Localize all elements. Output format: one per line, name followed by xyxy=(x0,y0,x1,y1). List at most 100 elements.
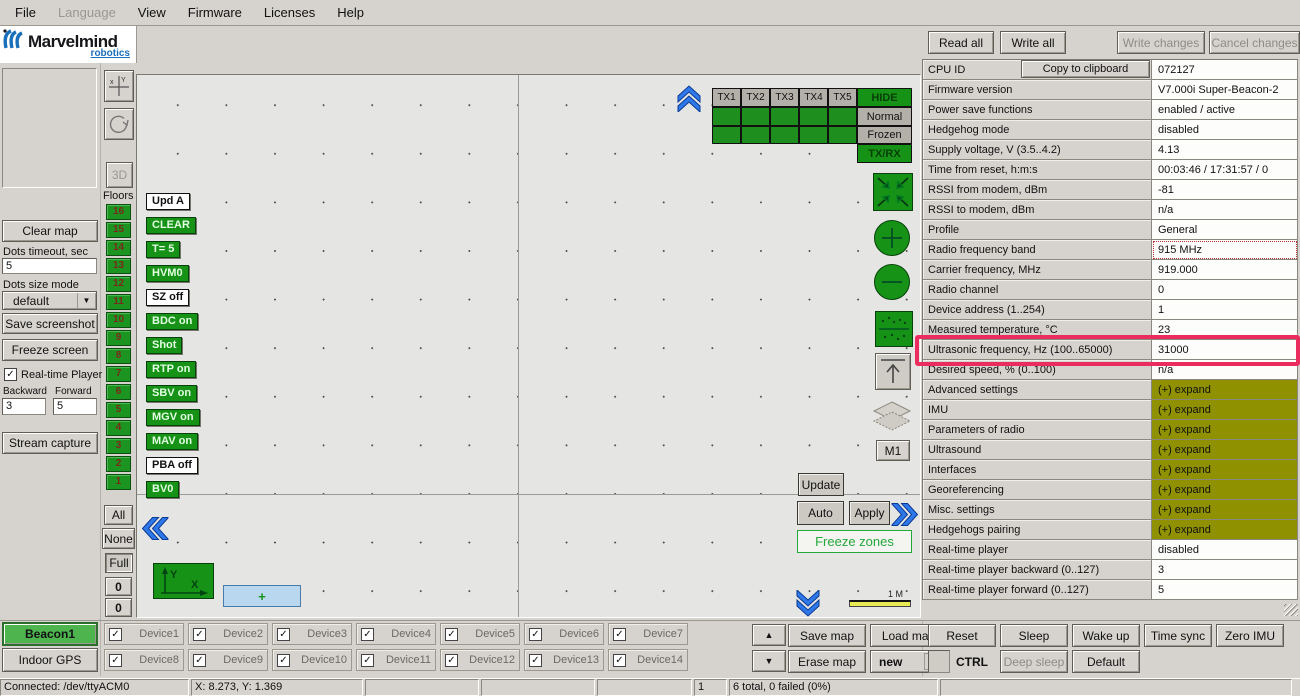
device-toggle-device6[interactable]: ✓Device6 xyxy=(524,623,604,645)
chevron-down-icon[interactable]: ▼ xyxy=(77,293,95,308)
menu-item-firmware[interactable]: Firmware xyxy=(177,1,253,24)
device-toggle-device9[interactable]: ✓Device9 xyxy=(188,649,268,671)
rotate-view-button[interactable] xyxy=(104,108,134,140)
floor-zero-bottom-button[interactable]: 0 xyxy=(105,598,132,617)
copy-to-clipboard-button[interactable]: Copy to clipboard xyxy=(1021,60,1150,78)
map-button-t-5[interactable]: T= 5 xyxy=(146,241,180,258)
floor-button-13[interactable]: 13 xyxy=(106,258,131,274)
auto-button[interactable]: Auto xyxy=(797,501,844,525)
map-button-bdc-on[interactable]: BDC on xyxy=(146,313,198,330)
floor-button-2[interactable]: 2 xyxy=(106,456,131,472)
param-value-desired-speed-0-100[interactable]: n/a xyxy=(1152,360,1298,380)
param-value-radio-channel[interactable]: 0 xyxy=(1152,280,1298,300)
zoom-in-icon[interactable] xyxy=(874,220,910,256)
floor-button-3[interactable]: 3 xyxy=(106,438,131,454)
param-value-real-time-player[interactable]: disabled xyxy=(1152,540,1298,560)
device-toggle-device7[interactable]: ✓Device7 xyxy=(608,623,688,645)
freeze-zones-button[interactable]: Freeze zones xyxy=(797,530,912,553)
checkbox-icon[interactable]: ✓ xyxy=(4,368,17,381)
axes-view-button[interactable]: x Y xyxy=(104,70,134,102)
checkbox-icon[interactable]: ✓ xyxy=(445,654,458,667)
pan-up-icon[interactable] xyxy=(676,84,702,115)
checkbox-icon[interactable]: ✓ xyxy=(277,654,290,667)
floor-button-4[interactable]: 4 xyxy=(106,420,131,436)
tx-cell[interactable] xyxy=(712,107,741,126)
resize-grip[interactable] xyxy=(1284,604,1298,616)
param-expand-parameters-of-radio[interactable]: (+) expand xyxy=(1152,420,1298,440)
checkbox-icon[interactable]: ✓ xyxy=(193,654,206,667)
tx-cell[interactable] xyxy=(712,126,741,144)
checkbox-icon[interactable]: ✓ xyxy=(109,628,122,641)
param-value-firmware-version[interactable]: V7.000i Super-Beacon-2 xyxy=(1152,80,1298,100)
pan-down-icon[interactable] xyxy=(795,587,821,618)
m1-submap-button[interactable]: M1 xyxy=(876,440,910,461)
checkbox-icon[interactable]: ✓ xyxy=(613,628,626,641)
floor-zero-top-button[interactable]: 0 xyxy=(105,577,132,596)
device-toggle-device1[interactable]: ✓Device1 xyxy=(104,623,184,645)
param-value-device-address-1-254[interactable]: 1 xyxy=(1152,300,1298,320)
forward-input[interactable]: 5 xyxy=(53,398,97,415)
param-value-carrier-frequency-mhz[interactable]: 919.000 xyxy=(1152,260,1298,280)
floor-button-8[interactable]: 8 xyxy=(106,348,131,364)
stream-capture-button[interactable]: Stream capture xyxy=(2,432,98,454)
write-all-button[interactable]: Write all xyxy=(1000,31,1066,54)
param-expand-advanced-settings[interactable]: (+) expand xyxy=(1152,380,1298,400)
device-scroll-down-button[interactable]: ▼ xyxy=(752,650,786,672)
add-submap-button[interactable]: + xyxy=(223,585,301,607)
param-value-rssi-from-modem-dbm[interactable]: -81 xyxy=(1152,180,1298,200)
reset-button[interactable]: Reset xyxy=(928,624,996,647)
param-value-rssi-to-modem-dbm[interactable]: n/a xyxy=(1152,200,1298,220)
floor-button-1[interactable]: 1 xyxy=(106,474,131,490)
ctrl-checkbox[interactable] xyxy=(928,650,950,673)
param-value-real-time-player-forward-0-127[interactable]: 5 xyxy=(1152,580,1298,600)
param-value-hedgehog-mode[interactable]: disabled xyxy=(1152,120,1298,140)
param-value-supply-voltage-v-3-5-4-2[interactable]: 4.13 xyxy=(1152,140,1298,160)
param-value-profile[interactable]: General xyxy=(1152,220,1298,240)
device-scroll-up-button[interactable]: ▲ xyxy=(752,624,786,646)
tx-cell[interactable] xyxy=(799,126,828,144)
floor-button-10[interactable]: 10 xyxy=(106,312,131,328)
default-button[interactable]: Default xyxy=(1072,650,1140,673)
param-expand-interfaces[interactable]: (+) expand xyxy=(1152,460,1298,480)
param-expand-misc-settings[interactable]: (+) expand xyxy=(1152,500,1298,520)
checkbox-icon[interactable]: ✓ xyxy=(445,628,458,641)
map-button-rtp-on[interactable]: RTP on xyxy=(146,361,196,378)
tx-hide-button[interactable]: HIDE xyxy=(857,88,912,107)
write-changes-button[interactable]: Write changes xyxy=(1117,31,1205,54)
param-value-radio-frequency-band[interactable]: 915 MHz xyxy=(1152,240,1298,260)
floor-button-5[interactable]: 5 xyxy=(106,402,131,418)
map-button-mgv-on[interactable]: MGV on xyxy=(146,409,200,426)
wake-up-button[interactable]: Wake up xyxy=(1072,624,1140,647)
floor-button-7[interactable]: 7 xyxy=(106,366,131,382)
pan-left-icon[interactable] xyxy=(141,516,172,542)
checkbox-icon[interactable]: ✓ xyxy=(529,628,542,641)
checkbox-icon[interactable]: ✓ xyxy=(529,654,542,667)
layers-icon[interactable] xyxy=(872,400,912,434)
tx-txrx-button[interactable]: TX/RX xyxy=(857,144,912,163)
checkbox-icon[interactable]: ✓ xyxy=(277,628,290,641)
device-toggle-device2[interactable]: ✓Device2 xyxy=(188,623,268,645)
map-button-upd-a[interactable]: Upd A xyxy=(146,193,190,210)
param-expand-hedgehogs-pairing[interactable]: (+) expand xyxy=(1152,520,1298,540)
tab-beacon1[interactable]: Beacon1 xyxy=(2,622,98,646)
floor-button-12[interactable]: 12 xyxy=(106,276,131,292)
zero-imu-button[interactable]: Zero IMU xyxy=(1216,624,1284,647)
checkbox-icon[interactable]: ✓ xyxy=(109,654,122,667)
tx-cell[interactable] xyxy=(741,126,770,144)
checkbox-icon[interactable]: ✓ xyxy=(193,628,206,641)
menu-item-help[interactable]: Help xyxy=(326,1,375,24)
save-screenshot-button[interactable]: Save screenshot xyxy=(2,313,98,334)
3d-view-button[interactable]: 3D xyxy=(106,162,133,188)
device-toggle-device13[interactable]: ✓Device13 xyxy=(524,649,604,671)
map-button-shot[interactable]: Shot xyxy=(146,337,182,354)
param-value-time-from-reset-h-m-s[interactable]: 00:03:46 / 17:31:57 / 0 xyxy=(1152,160,1298,180)
floor-button-14[interactable]: 14 xyxy=(106,240,131,256)
param-value-real-time-player-backward-0-127[interactable]: 3 xyxy=(1152,560,1298,580)
param-expand-imu[interactable]: (+) expand xyxy=(1152,400,1298,420)
menu-item-view[interactable]: View xyxy=(127,1,177,24)
floors-none-button[interactable]: None xyxy=(102,528,135,549)
read-all-button[interactable]: Read all xyxy=(928,31,994,54)
param-value-measured-temperature-c[interactable]: 23 xyxy=(1152,320,1298,340)
param-expand-ultrasound[interactable]: (+) expand xyxy=(1152,440,1298,460)
device-toggle-device12[interactable]: ✓Device12 xyxy=(440,649,520,671)
